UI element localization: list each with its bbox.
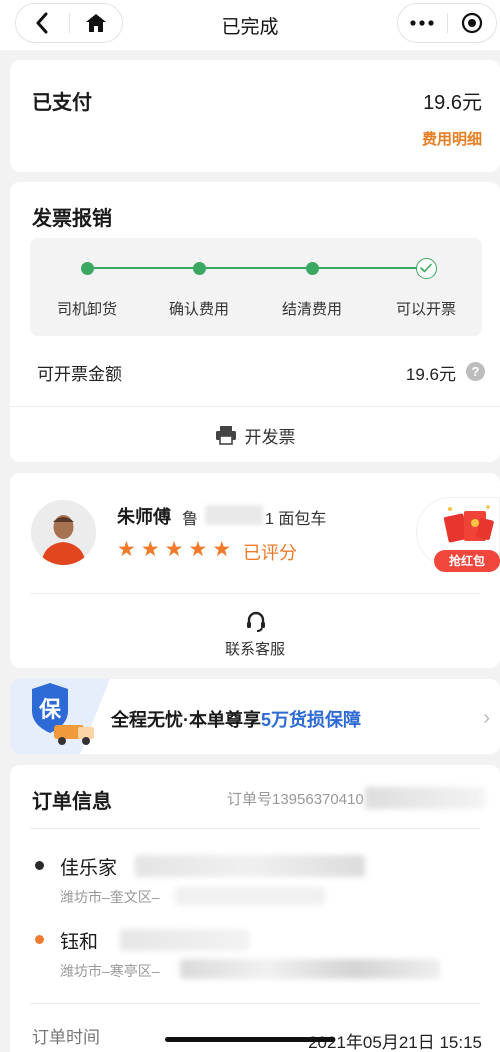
open-invoice-label: 开发票 — [244, 427, 296, 447]
invoice-progress: 司机卸货 确认费用 结清费用 可以开票 — [30, 238, 482, 336]
payment-card: 已支付 19.6元 费用明细 — [10, 60, 500, 172]
help-icon[interactable]: ? — [466, 362, 485, 381]
star-icon: ★ — [164, 538, 184, 561]
red-packet-icon — [443, 505, 494, 543]
order-info-title: 订单信息 — [32, 791, 112, 813]
close-miniapp-button[interactable] — [447, 4, 496, 42]
open-invoice-button[interactable]: 开发票 — [10, 408, 500, 462]
rated-label[interactable]: 已评分 — [243, 539, 297, 565]
driver-card: 朱师傅 鲁 1 面包车 ★ ★ ★ ★ ★ 已评分 抢红包 联系客服 — [10, 473, 500, 668]
avatar[interactable] — [31, 500, 96, 565]
step-dot — [306, 262, 319, 275]
order-number-redacted — [365, 787, 485, 809]
invoice-amount-row: 可开票金额 19.6元 ? — [10, 356, 500, 386]
order-info-card: 订单信息 订单号13956370410 佳乐家 潍坊市–奎文区– 钰和 潍坊市–… — [10, 765, 500, 1052]
start-address-redacted — [135, 855, 365, 877]
rating-stars: ★ ★ ★ ★ ★ — [117, 539, 231, 561]
plate-redacted — [205, 505, 263, 525]
divider — [30, 593, 480, 594]
guarantee-text: 全程无忧·本单尊享5万货损保障 — [111, 706, 361, 732]
end-area-redacted — [180, 959, 440, 979]
plate-prefix: 鲁 — [182, 511, 199, 528]
invoice-title: 发票报销 — [32, 208, 112, 230]
end-address-area: 潍坊市–寒亭区– — [60, 963, 160, 979]
end-point-dot — [35, 935, 44, 944]
shield-character: 保 — [38, 698, 62, 723]
divider — [10, 406, 500, 407]
guarantee-text-main: 全程无忧·本单尊享 — [111, 710, 261, 730]
vehicle-label: 面包车 — [278, 511, 327, 528]
grab-red-packet-label: 抢红包 — [434, 550, 500, 572]
chevron-right-icon: › — [483, 707, 490, 729]
invoice-amount-label: 可开票金额 — [37, 365, 122, 384]
top-nav-bar: 已完成 — [0, 0, 500, 50]
step-label: 可以开票 — [395, 301, 456, 318]
start-point-dot — [35, 861, 44, 870]
start-area-redacted — [175, 887, 325, 905]
invoice-amount-value: 19.6元 — [405, 365, 456, 384]
star-icon: ★ — [188, 538, 208, 561]
star-icon: ★ — [212, 538, 232, 561]
step-dot — [81, 262, 94, 275]
step-label: 确认费用 — [168, 301, 229, 318]
red-packet-widget[interactable]: 抢红包 — [416, 497, 500, 575]
plate-suffix: 1 — [265, 511, 274, 528]
fee-detail-link[interactable]: 费用明细 — [422, 128, 482, 149]
start-address-name: 佳乐家 — [60, 858, 118, 879]
step-label: 司机卸货 — [56, 301, 117, 318]
home-indicator — [165, 1037, 335, 1042]
nav-right-capsule — [397, 3, 497, 43]
end-address-name: 钰和 — [60, 932, 99, 953]
payment-status-label: 已支付 — [32, 92, 92, 114]
step-dot — [193, 262, 206, 275]
step-label: 结清费用 — [281, 301, 342, 318]
star-icon: ★ — [140, 538, 160, 561]
payment-amount: 19.6元 — [423, 92, 482, 114]
divider — [30, 828, 480, 829]
check-icon — [416, 258, 437, 279]
headset-icon — [247, 611, 265, 632]
target-circle-icon — [461, 12, 482, 34]
guarantee-banner[interactable]: 保 全程无忧·本单尊享5万货损保障 › — [10, 679, 500, 754]
progress-line — [88, 267, 426, 269]
end-address-redacted — [120, 929, 250, 951]
guarantee-highlight: 5万货损保障 — [261, 710, 362, 730]
more-dots-icon — [410, 20, 434, 26]
vehicle-type: 1 面包车 — [265, 505, 326, 529]
more-button[interactable] — [398, 4, 447, 42]
shield-truck-icon: 保 — [10, 679, 110, 754]
divider — [30, 1003, 480, 1004]
order-time-label: 订单时间 — [32, 1028, 100, 1047]
invoice-card: 发票报销 司机卸货 确认费用 结清费用 可以开票 可开票金额 19.6元 ? 开… — [10, 182, 500, 462]
contact-service-button[interactable]: 联系客服 — [10, 601, 500, 668]
start-address-area: 潍坊市–奎文区– — [60, 889, 160, 905]
order-number: 订单号13956370410 — [227, 791, 364, 808]
printer-icon — [215, 426, 236, 445]
star-icon: ★ — [117, 538, 136, 561]
contact-service-label: 联系客服 — [224, 641, 285, 658]
driver-name: 朱师傅 — [117, 507, 171, 527]
